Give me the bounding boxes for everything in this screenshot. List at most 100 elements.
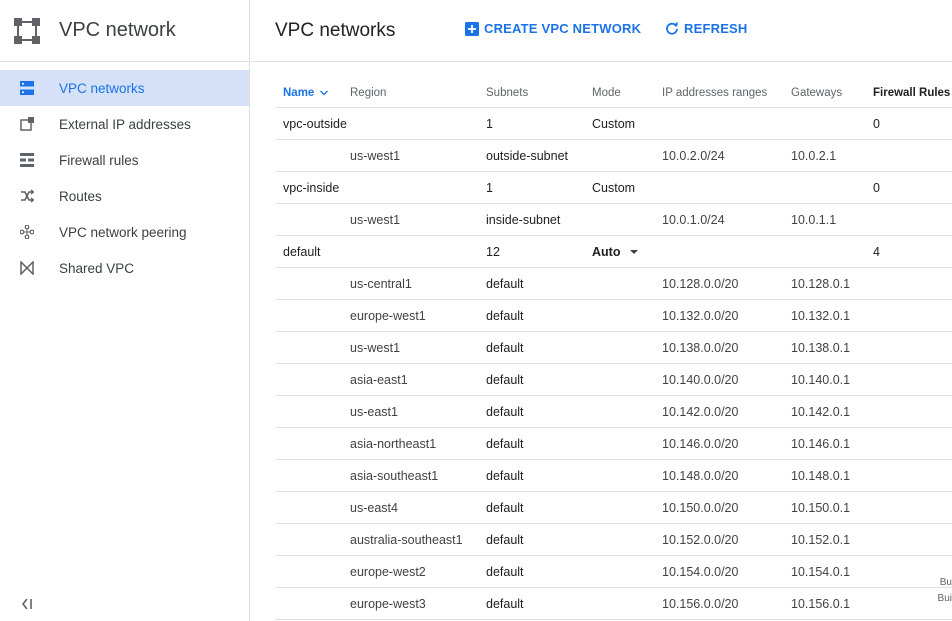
column-header-mode[interactable]: Mode: [592, 78, 621, 107]
mode-dropdown[interactable]: Auto: [592, 236, 639, 267]
add-box-icon: [465, 21, 479, 36]
column-header-name-label: Name: [283, 86, 315, 99]
column-header-region[interactable]: Region: [350, 78, 386, 107]
sidebar-header: VPC network: [0, 0, 249, 62]
column-header-subnets[interactable]: Subnets: [486, 78, 528, 107]
subnet-name-link[interactable]: default: [486, 300, 524, 331]
subnet-name-link[interactable]: default: [486, 428, 524, 459]
create-vpc-network-button[interactable]: CREATE VPC NETWORK: [465, 21, 641, 36]
sidebar-item-vpc-peering[interactable]: VPC network peering: [0, 214, 249, 250]
truncated-side-text: Bu: [939, 577, 952, 588]
subnet-count: 1: [486, 116, 493, 131]
truncated-side-text: Bui: [937, 593, 952, 604]
subnet-name-link[interactable]: default: [486, 268, 524, 299]
subnet-name-link[interactable]: default: [486, 492, 524, 523]
subnet-region: us-west1: [350, 148, 401, 163]
subnet-name-link[interactable]: inside-subnet: [486, 204, 560, 235]
subnet-row: us-central1 default 10.128.0.0/20 10.128.0.…: [275, 268, 952, 300]
column-header-firewall-rules[interactable]: Firewall Rules: [873, 78, 950, 107]
subnet-row: us-east4 default 10.150.0.0/20 10.150.0.1: [275, 492, 952, 524]
subnet-name-link[interactable]: default: [486, 556, 524, 587]
sort-chevron-icon: [320, 90, 329, 95]
subnet-gateway: 10.146.0.1: [791, 436, 851, 451]
subnet-row: europe-west2 default 10.154.0.0/20 10.154.0…: [275, 556, 952, 588]
subnet-ip-range: 10.152.0.0/20: [662, 532, 739, 547]
subnet-region: asia-southeast1: [350, 468, 439, 483]
subnet-gateway: 10.150.0.1: [791, 500, 851, 515]
subnet-gateway: 10.152.0.1: [791, 532, 851, 547]
sidebar-item-shared-vpc[interactable]: Shared VPC: [0, 250, 249, 286]
subnet-name-link[interactable]: default: [486, 364, 524, 395]
subnet-gateway: 10.0.1.1: [791, 212, 837, 227]
subnet-ip-range: 10.0.2.0/24: [662, 148, 725, 163]
subnet-region: asia-east1: [350, 372, 408, 387]
subnet-region: us-east1: [350, 404, 398, 419]
subnet-gateway: 10.142.0.1: [791, 404, 851, 419]
sidebar-item-routes[interactable]: Routes: [0, 178, 249, 214]
sidebar-item-label: VPC networks: [59, 80, 145, 96]
sidebar-item-label: Routes: [59, 188, 102, 204]
subnet-row: us-east1 default 10.142.0.0/20 10.142.0.1: [275, 396, 952, 428]
routes-icon: [19, 188, 35, 204]
column-header-gateways[interactable]: Gateways: [791, 78, 842, 107]
refresh-button[interactable]: REFRESH: [665, 21, 748, 36]
subnet-ip-range: 10.140.0.0/20: [662, 372, 739, 387]
column-header-name[interactable]: Name: [283, 78, 329, 107]
page-title: VPC networks: [275, 19, 396, 41]
subnet-region: europe-west2: [350, 564, 426, 579]
subnet-ip-range: 10.150.0.0/20: [662, 500, 739, 515]
subnet-region: us-east4: [350, 500, 398, 515]
create-vpc-network-label: CREATE VPC NETWORK: [484, 21, 642, 36]
subnet-gateway: 10.154.0.1: [791, 564, 851, 579]
subnet-ip-range: 10.132.0.0/20: [662, 308, 739, 323]
table-body: vpc-outside 1 Custom 0 us-west1 outside-subne…: [275, 108, 952, 620]
sidebar-item-vpc-networks[interactable]: VPC networks: [0, 70, 249, 106]
subnet-region: asia-northeast1: [350, 436, 437, 451]
sidebar: VPC network VPC networks External IP add…: [0, 0, 250, 621]
subnet-name-link[interactable]: default: [486, 460, 524, 491]
sidebar-item-external-ip[interactable]: External IP addresses: [0, 106, 249, 142]
subnet-gateway: 10.156.0.1: [791, 596, 851, 611]
network-mode: Custom: [592, 116, 636, 131]
sidebar-item-label: Firewall rules: [59, 152, 139, 168]
subnet-name-link[interactable]: outside-subnet: [486, 140, 568, 171]
subnet-ip-range: 10.0.1.0/24: [662, 212, 725, 227]
vpc-networks-table: Name Region Subnets Mode IP addresses ra…: [275, 78, 952, 620]
mode-dropdown-label: Auto: [592, 244, 621, 259]
subnet-row: us-west1 default 10.138.0.0/20 10.138.0.1: [275, 332, 952, 364]
network-row: vpc-outside 1 Custom 0: [275, 108, 952, 140]
subnet-region: us-central1: [350, 276, 412, 291]
subnet-row: australia-southeast1 default 10.152.0.0/20…: [275, 524, 952, 556]
subnet-count: 1: [486, 180, 493, 195]
collapse-sidebar-icon: [21, 598, 32, 610]
network-name-link[interactable]: vpc-inside: [283, 172, 339, 203]
sidebar-item-label: VPC network peering: [59, 224, 187, 240]
sidebar-nav: VPC networks External IP addresses Firew…: [0, 70, 249, 286]
network-name-link[interactable]: vpc-outside: [283, 108, 347, 139]
network-name-link[interactable]: default: [283, 236, 321, 267]
column-header-ip-ranges[interactable]: IP addresses ranges: [662, 78, 767, 107]
collapse-sidebar-button[interactable]: [17, 594, 37, 614]
subnet-name-link[interactable]: default: [486, 396, 524, 427]
firewall-icon: [19, 152, 35, 168]
subnet-row: europe-west3 default 10.156.0.0/20 10.156.0…: [275, 588, 952, 620]
app-title: VPC network: [59, 19, 176, 41]
subnet-row: europe-west1 default 10.132.0.0/20 10.132.0…: [275, 300, 952, 332]
sidebar-item-firewall-rules[interactable]: Firewall rules: [0, 142, 249, 178]
network-row: default 12 Auto 4: [275, 236, 952, 268]
dropdown-arrow-icon: [630, 249, 639, 254]
subnet-name-link[interactable]: default: [486, 524, 524, 555]
subnet-region: europe-west3: [350, 596, 426, 611]
subnet-ip-range: 10.148.0.0/20: [662, 468, 739, 483]
subnet-ip-range: 10.142.0.0/20: [662, 404, 739, 419]
page-header: VPC networks CREATE VPC NETWORK REFRESH: [251, 0, 952, 62]
subnet-name-link[interactable]: default: [486, 588, 524, 619]
subnet-ip-range: 10.154.0.0/20: [662, 564, 739, 579]
subnet-region: australia-southeast1: [350, 532, 463, 547]
subnet-ip-range: 10.128.0.0/20: [662, 276, 739, 291]
vpc-networks-icon: [19, 80, 35, 96]
subnet-row: asia-southeast1 default 10.148.0.0/20 10.14…: [275, 460, 952, 492]
subnet-ip-range: 10.138.0.0/20: [662, 340, 739, 355]
subnet-count: 12: [486, 244, 500, 259]
subnet-name-link[interactable]: default: [486, 332, 524, 363]
